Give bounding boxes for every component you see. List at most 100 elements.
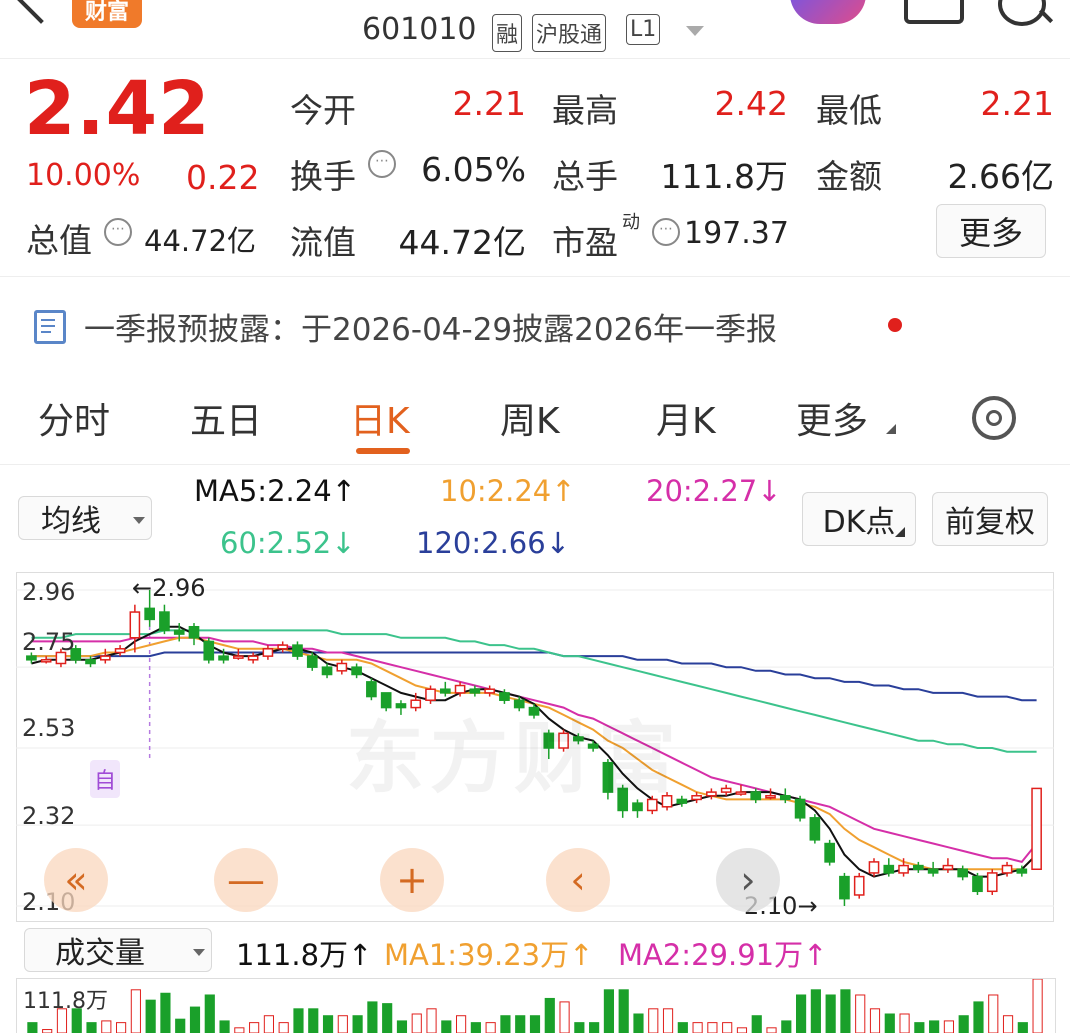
- window-icon[interactable]: [904, 0, 964, 24]
- tab-more[interactable]: 更多: [796, 392, 868, 444]
- info-icon[interactable]: ⋯: [652, 218, 680, 246]
- volume-bar: [855, 994, 866, 1033]
- tab-five-day[interactable]: 五日: [190, 392, 262, 444]
- candle-body: [439, 688, 451, 694]
- candle-body: [824, 842, 835, 863]
- candle-body: [1001, 864, 1013, 874]
- minus-icon[interactable]: —: [214, 848, 278, 912]
- candle-body: [218, 655, 229, 661]
- pe-superscript: 动: [622, 212, 640, 233]
- ma20-value: 20:2.27↓: [646, 474, 782, 508]
- volume-bar: [603, 989, 614, 1033]
- avatar[interactable]: [790, 0, 866, 24]
- volume-bar: [1032, 979, 1043, 1033]
- logo-text: 财富: [84, 0, 129, 25]
- volume-bar: [322, 1015, 334, 1033]
- kline-chart[interactable]: 东方财富 2.96 2.75 2.53 2.32 2.10 ←2.96 2.10…: [16, 572, 1054, 922]
- chevron-right-icon[interactable]: ›: [716, 848, 780, 912]
- volume-bar: [42, 1029, 53, 1033]
- volume-bar: [825, 994, 836, 1033]
- candle-body: [336, 662, 348, 672]
- volume-selector[interactable]: 成交量: [24, 928, 212, 972]
- volume-value: 111.8万↑: [236, 938, 373, 972]
- float-value-label: 流值: [290, 223, 356, 262]
- volume-bar: [559, 1001, 570, 1033]
- info-icon[interactable]: ⋯: [104, 218, 132, 246]
- candle-body: [957, 868, 969, 878]
- volume-bar: [456, 1015, 467, 1033]
- info-icon[interactable]: ⋯: [368, 150, 396, 178]
- tab-weekly-k[interactable]: 周K: [500, 392, 560, 444]
- forward-adjust-button[interactable]: 前复权: [932, 492, 1048, 546]
- candle-body: [898, 864, 909, 874]
- gear-icon[interactable]: [972, 396, 1016, 440]
- volume-ma2: MA2:29.91万↑: [618, 938, 828, 972]
- self-select-marker[interactable]: 自: [90, 760, 120, 798]
- volume-bar: [189, 1006, 201, 1033]
- plus-icon[interactable]: +: [380, 848, 444, 912]
- candle-body: [40, 659, 52, 663]
- volume-bar: [470, 1022, 481, 1033]
- volume-bar: [988, 994, 999, 1033]
- tab-daily-k[interactable]: 日K: [350, 392, 410, 444]
- volume-bar: [529, 1015, 541, 1033]
- volume-bar: [929, 1020, 940, 1033]
- caret-down-icon[interactable]: [686, 26, 704, 36]
- volume-bar: [677, 1022, 688, 1033]
- candle-body: [159, 611, 170, 632]
- candle-body: [144, 607, 155, 621]
- header-bar: 财富 601010 融 沪股通 L1: [0, 0, 1070, 59]
- chevron-left-icon[interactable]: ‹: [546, 848, 610, 912]
- candle-body: [750, 791, 762, 801]
- candle-body: [868, 861, 880, 874]
- candle-body: [188, 625, 200, 639]
- candle-body: [1031, 787, 1042, 871]
- low-value: 2.21: [980, 84, 1054, 123]
- volume-bar: [736, 1027, 748, 1033]
- volume-bar: [130, 989, 141, 1033]
- double-left-icon[interactable]: «: [44, 848, 108, 912]
- candle-body: [262, 648, 274, 657]
- tab-intraday[interactable]: 分时: [38, 392, 110, 444]
- candle-body: [986, 872, 998, 893]
- volume-bar: [796, 994, 807, 1033]
- candle-body: [720, 787, 732, 793]
- volume-bar: [101, 1020, 112, 1033]
- ma120-line: [31, 651, 1037, 702]
- volume-chart[interactable]: 111.8万: [16, 978, 1056, 1033]
- notice-bar[interactable]: 一季报预披露：于2026-04-29披露2026年一季报: [0, 290, 1070, 360]
- volume-bar: [411, 1013, 422, 1033]
- volume-bar: [337, 1015, 348, 1033]
- search-icon[interactable]: [998, 0, 1046, 26]
- candle-body: [691, 795, 702, 801]
- volume-bar: [633, 1013, 644, 1033]
- divider: [0, 276, 1070, 277]
- volume-bar: [249, 1022, 260, 1033]
- volume-bar: [426, 1008, 437, 1033]
- candle-body: [233, 655, 244, 659]
- ma-selector[interactable]: 均线: [18, 496, 152, 540]
- stock-code[interactable]: 601010: [362, 12, 477, 47]
- amount-value: 2.66亿: [947, 157, 1054, 196]
- candle-body: [735, 791, 747, 795]
- candle-body: [853, 875, 865, 896]
- open-value: 2.21: [452, 84, 526, 123]
- total-value-label: 总值: [26, 221, 92, 260]
- back-icon[interactable]: [14, 0, 68, 24]
- ma10-value: 10:2.24↑: [440, 474, 576, 508]
- low-label: 最低: [816, 91, 882, 130]
- volume-bar: [160, 992, 171, 1033]
- candle-body: [114, 648, 126, 654]
- badge-margin: 融: [492, 14, 523, 52]
- volume-bar: [382, 1003, 393, 1033]
- more-quote-button[interactable]: 更多: [936, 204, 1046, 258]
- volume-bar: [810, 989, 821, 1033]
- candle-body: [85, 659, 96, 665]
- tab-monthly-k[interactable]: 月K: [656, 392, 716, 444]
- volume-bar: [899, 1013, 910, 1033]
- volume-top-label: 111.8万: [23, 989, 108, 1014]
- candle-body: [883, 864, 895, 874]
- volume-bar: [116, 1022, 127, 1033]
- dk-point-button[interactable]: DK点: [802, 492, 916, 546]
- notice-text: 一季报预披露：于2026-04-29披露2026年一季报: [84, 312, 778, 348]
